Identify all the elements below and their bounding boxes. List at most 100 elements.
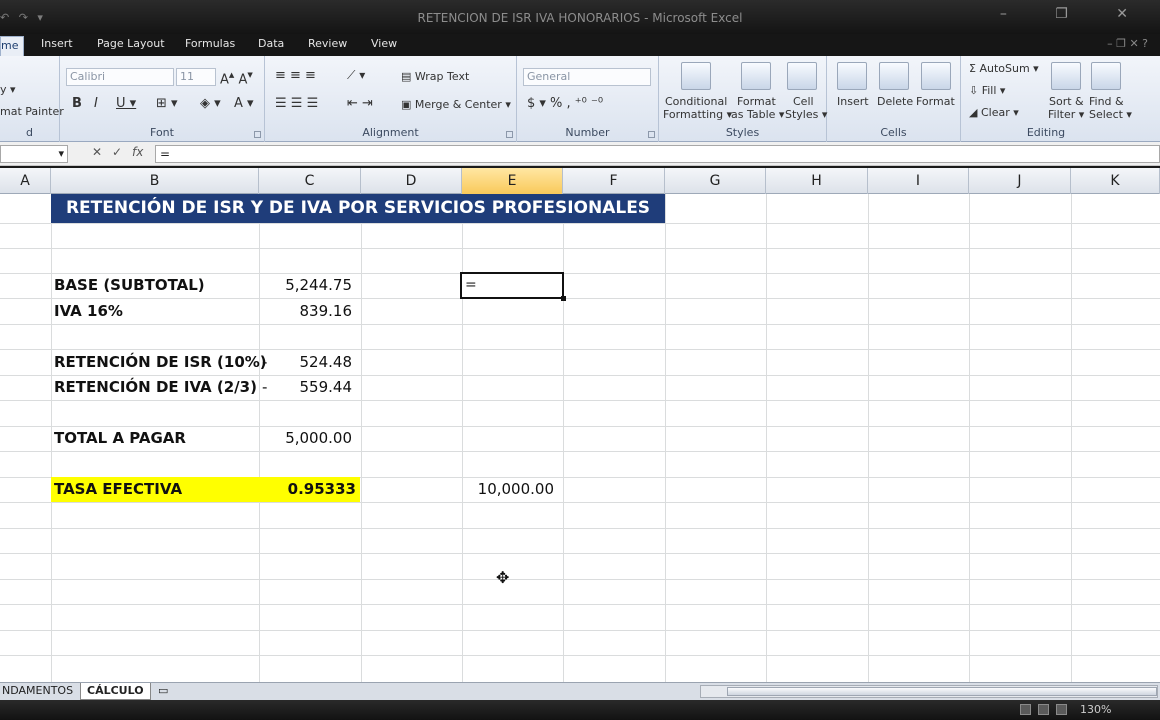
sheet-tab-fundamentos[interactable]: NDAMENTOS [0,683,79,700]
col-header-h[interactable]: H [766,168,868,194]
merge-center-button[interactable]: ▣ Merge & Center ▾ [401,98,511,111]
font-launcher-icon[interactable] [254,131,261,138]
copy-button[interactable]: y ▾ [0,83,16,96]
col-header-d[interactable]: D [361,168,462,194]
font-size-combo[interactable]: 11 [176,68,216,86]
chevron-down-icon: ▾ [58,147,64,160]
find-select-button-2[interactable]: Select ▾ [1089,108,1132,121]
fill-button[interactable]: ⇩ Fill ▾ [969,84,1005,97]
fill-color-icon[interactable]: ◈ ▾ [200,96,221,111]
worksheet-grid[interactable]: RETENCIÓN DE ISR Y DE IVA POR SERVICIOS … [0,194,1160,682]
col-header-i[interactable]: I [868,168,969,194]
active-cell-e4[interactable]: = [460,272,566,301]
align-top-icon[interactable]: ≡ ≡ ≡ [275,68,316,83]
bold-icon[interactable]: B [72,96,82,111]
borders-icon[interactable]: ⊞ ▾ [156,96,178,111]
cell-styles-icon[interactable] [787,62,817,90]
page-layout-view-icon[interactable] [1038,704,1049,715]
col-header-c[interactable]: C [259,168,361,194]
col-header-b[interactable]: B [51,168,259,194]
wrap-text-button[interactable]: ▤ Wrap Text [401,70,469,83]
window-controls[interactable]: – ❐ ✕ [1000,6,1150,22]
delete-cells-icon[interactable] [879,62,909,90]
conditional-formatting-icon[interactable] [681,62,711,90]
horizontal-scrollbar[interactable] [700,685,1158,698]
number-format-combo[interactable]: General [523,68,651,86]
conditional-formatting-button[interactable]: Conditional [665,95,727,108]
underline-icon[interactable]: U ▾ [116,96,136,111]
label-iva[interactable]: IVA 16% [54,299,123,324]
alignment-launcher-icon[interactable] [506,131,513,138]
enter-icon[interactable]: ✓ [112,145,122,159]
sort-filter-icon[interactable] [1051,62,1081,90]
value-e10[interactable]: 10,000.00 [462,477,554,502]
zoom-level[interactable]: 130% [1080,703,1111,716]
align-left-icon[interactable]: ☰ ☰ ☰ [275,96,318,111]
sheet-tab-calculo[interactable]: CÁLCULO [80,683,151,700]
format-as-table-icon[interactable] [741,62,771,90]
value-base-subtotal[interactable]: 5,244.75 [262,273,352,298]
tab-review[interactable]: Review [308,37,347,50]
number-group: General $ ▾ % , ⁺⁰ ⁻⁰ Number [517,56,659,142]
value-total-a-pagar[interactable]: 5,000.00 [262,426,352,451]
insert-cells-icon[interactable] [837,62,867,90]
conditional-formatting-button-2[interactable]: Formatting ▾ [663,108,732,121]
normal-view-icon[interactable] [1020,704,1031,715]
indent-icon[interactable]: ⇤ ⇥ [347,96,373,111]
tab-home[interactable]: me [0,36,24,56]
value-retencion-iva[interactable]: 559.44 [262,375,353,400]
col-header-a[interactable]: A [0,168,51,194]
sheet-tab-bar: NDAMENTOS CÁLCULO ▭ [0,682,1160,700]
sort-filter-button[interactable]: Sort & [1049,95,1084,108]
label-total-a-pagar[interactable]: TOTAL A PAGAR [54,426,186,451]
label-base-subtotal[interactable]: BASE (SUBTOTAL) [54,273,205,298]
font-color-icon[interactable]: A ▾ [234,96,254,111]
value-iva[interactable]: 839.16 [262,299,353,324]
format-as-table-button-2[interactable]: as Table ▾ [731,108,784,121]
tab-view[interactable]: View [371,37,397,50]
format-as-table-button[interactable]: Format [737,95,776,108]
label-retencion-iva[interactable]: RETENCIÓN DE IVA (2/3) [54,375,257,400]
font-name-combo[interactable]: Calibri [66,68,174,86]
format-painter-button[interactable]: mat Painter [0,105,64,118]
col-header-e[interactable]: E [462,168,563,194]
tab-data[interactable]: Data [258,37,284,50]
find-select-icon[interactable] [1091,62,1121,90]
col-header-k[interactable]: K [1071,168,1160,194]
tab-page-layout[interactable]: Page Layout [97,37,165,50]
orientation-icon[interactable]: ⟋ ▾ [347,68,365,83]
currency-icon[interactable]: $ ▾ % , ⁺⁰ ⁻⁰ [527,96,603,111]
tab-insert[interactable]: Insert [41,37,73,50]
cell-styles-button[interactable]: Cell [793,95,814,108]
find-select-button[interactable]: Find & [1089,95,1124,108]
label-tasa-efectiva[interactable]: TASA EFECTIVA [51,477,259,502]
clear-button[interactable]: ◢ Clear ▾ [969,106,1019,119]
format-cells-button[interactable]: Format [916,95,955,108]
col-header-f[interactable]: F [563,168,665,194]
value-tasa-efectiva[interactable]: 0.95333 [259,477,360,502]
cell-styles-button-2[interactable]: Styles ▾ [785,108,827,121]
number-launcher-icon[interactable] [648,131,655,138]
insert-sheet-icon[interactable]: ▭ [152,683,174,700]
value-retencion-isr[interactable]: 524.48 [262,350,353,375]
col-header-j[interactable]: J [969,168,1071,194]
horizontal-scroll-thumb[interactable] [727,687,1157,696]
formula-input[interactable]: = [155,145,1160,163]
insert-function-icon[interactable]: fx [132,145,143,159]
grow-font-icon[interactable]: A▴ A▾ [220,68,253,87]
sort-filter-button-2[interactable]: Filter ▾ [1048,108,1084,121]
sheet-banner-title[interactable]: RETENCIÓN DE ISR Y DE IVA POR SERVICIOS … [51,194,665,223]
col-header-g[interactable]: G [665,168,766,194]
italic-icon[interactable]: I [94,96,98,111]
fill-handle[interactable] [561,296,566,301]
name-box[interactable]: ▾ [0,145,68,163]
cancel-icon[interactable]: ✕ [92,145,102,159]
tab-formulas[interactable]: Formulas [185,37,235,50]
format-cells-icon[interactable] [921,62,951,90]
label-retencion-isr[interactable]: RETENCIÓN DE ISR (10%) [54,350,267,375]
help-icon[interactable]: – ❐ ✕ ? [1107,37,1148,50]
insert-cells-button[interactable]: Insert [837,95,869,108]
autosum-button[interactable]: Σ AutoSum ▾ [969,62,1039,75]
delete-cells-button[interactable]: Delete [877,95,913,108]
page-break-view-icon[interactable] [1056,704,1067,715]
